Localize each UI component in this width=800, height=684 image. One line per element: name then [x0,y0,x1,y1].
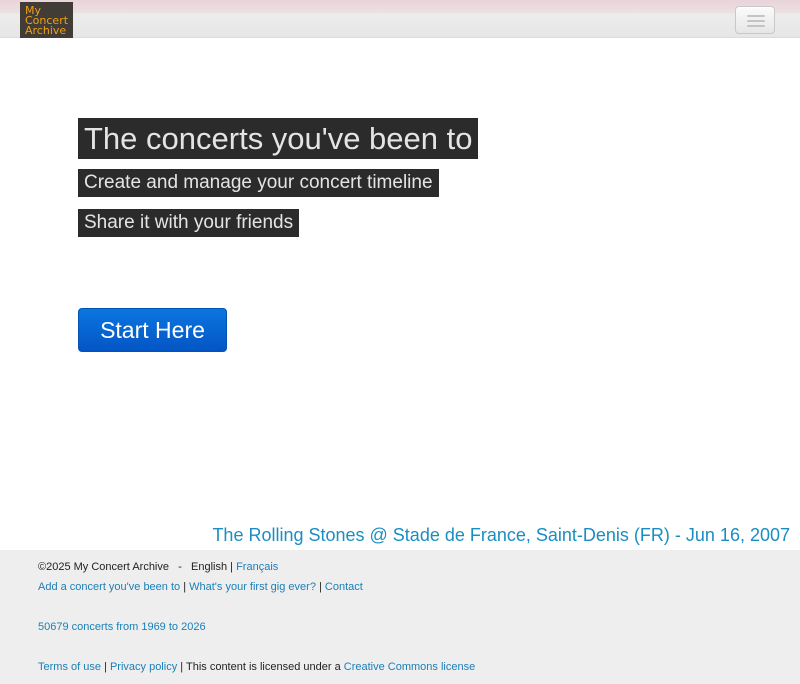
footer-pipe: | [180,661,184,673]
menu-toggle-button[interactable] [735,6,775,34]
terms-of-use-link[interactable]: Terms of use [38,661,101,673]
hero-subtitle-share: Share it with your friends [78,209,300,237]
hero-title: The concerts you've been to [78,118,479,159]
concert-stats-link[interactable]: 50679 concerts from 1969 to 2026 [38,621,206,633]
privacy-policy-link[interactable]: Privacy policy [110,661,177,673]
footer-pipe: | [104,661,107,673]
hero-subtitle-timeline: Create and manage your concert timeline [78,169,439,197]
add-concert-link[interactable]: Add a concert you've been to [38,581,180,593]
language-french-link[interactable]: Français [236,561,278,573]
license-text: This content is licensed under a [185,661,341,673]
footer-row-legal: Terms of use | Privacy policy | This con… [38,660,475,674]
creative-commons-link[interactable]: Creative Commons license [344,661,475,673]
contact-link[interactable]: Contact [325,581,363,593]
language-current: English [191,561,228,573]
footer-pipe: | [319,581,322,593]
first-gig-link[interactable]: What's your first gig ever? [189,581,316,593]
footer-dash: - [178,561,182,573]
featured-concert-link[interactable]: The Rolling Stones @ Stade de France, Sa… [212,522,790,548]
footer-row-copyright: ©2025 My Concert Archive - English | Fra… [38,560,278,574]
logo-line-3: Archive [25,24,67,37]
site-logo[interactable]: My Concert Archive [20,2,73,38]
start-here-button[interactable]: Start Here [78,308,227,352]
footer-row-links: Add a concert you've been to | What's yo… [38,580,363,594]
top-navbar: My Concert Archive [0,0,800,38]
footer-pipe: | [183,581,187,593]
copyright-text: ©2025 My Concert Archive [38,561,169,573]
footer-row-stats: 50679 concerts from 1969 to 2026 [38,620,206,634]
footer-pipe: | [230,561,234,573]
